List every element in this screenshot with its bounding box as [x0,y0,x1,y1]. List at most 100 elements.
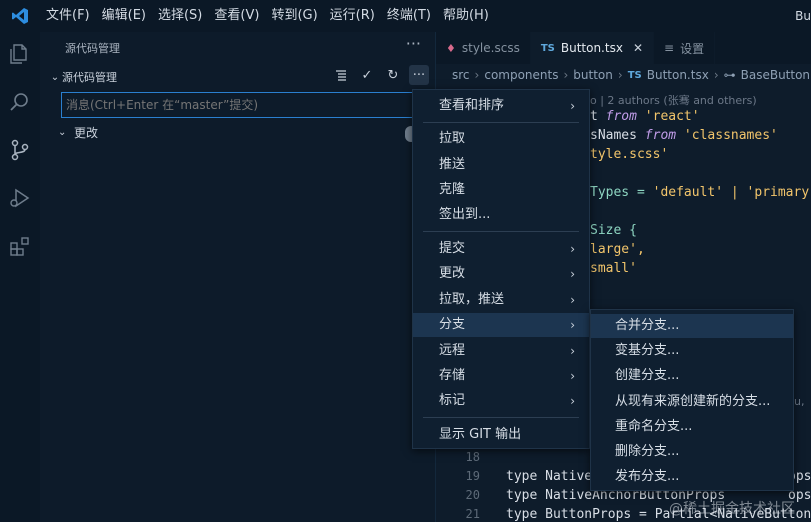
chevron-right-icon: › [570,344,575,358]
line-number: 19 [465,469,480,483]
menu-item-rename-branch[interactable]: 重命名分支... [591,415,793,439]
ts-icon: TS [627,69,642,81]
menu-selection[interactable]: 选择(S) [152,0,208,32]
ts-icon: TS [540,42,555,54]
code-line: t from 'react' [590,109,700,124]
menu-item-pull-push[interactable]: 拉取，推送 › [413,288,589,312]
menu-edit[interactable]: 编辑(E) [96,0,152,32]
menu-item-changes[interactable]: 更改 › [413,262,589,286]
line-number: 21 [465,507,480,521]
refresh-icon[interactable]: ↻ [383,65,403,85]
menu-item-remote[interactable]: 远程 › [413,339,589,363]
chevron-right-icon: › [713,68,719,82]
breadcrumb-item[interactable]: components [484,68,558,82]
title-bar: 文件(F) 编辑(E) 选择(S) 查看(V) 转到(G) 运行(R) 终端(T… [0,0,811,32]
more-actions-icon[interactable]: ··· [406,34,421,53]
code-line: Types = 'default' | 'primary' [590,185,811,200]
breadcrumb-item[interactable]: BaseButtonP [741,68,811,82]
sidebar-header: 源代码管理 [65,42,120,55]
breadcrumb: src › components › button › TS Button.ts… [452,68,811,82]
tab-button-tsx[interactable]: TS Button.tsx ✕ [530,32,654,64]
chevron-right-icon: › [474,68,480,82]
menu-item-checkout[interactable]: 签出到... [413,203,589,227]
close-icon[interactable]: ✕ [633,41,643,55]
menu-item-branch[interactable]: 分支 › [413,313,589,337]
menu-run[interactable]: 运行(R) [324,0,381,32]
menu-terminal[interactable]: 终端(T) [381,0,437,32]
source-control-sidebar: 源代码管理 ··· ⌄ 源代码管理 ✓ ↻ ··· ⌄ 更改 [40,32,436,522]
commit-message-input[interactable] [61,92,429,118]
chevron-right-icon: › [570,267,575,281]
watermark: @稀土掘金技术社区 [669,501,795,517]
source-control-actions: ✓ ↻ ··· [331,65,429,85]
menu-divider [423,417,579,418]
chevron-down-icon: ⌄ [50,71,60,83]
settings-file-icon: ≡ [664,41,675,55]
branch-submenu: 合并分支... 变基分支... 创建分支... 从现有来源创建新的分支... 重… [590,309,794,491]
menu-item-merge-branch[interactable]: 合并分支... [591,314,793,338]
menu-item-tags[interactable]: 标记 › [413,389,589,413]
chevron-right-icon: › [570,99,575,113]
search-icon[interactable] [8,90,32,114]
activity-bar [0,32,40,522]
menu-item-create-branch-from[interactable]: 从现有来源创建新的分支... [591,390,793,414]
menu-go[interactable]: 转到(G) [265,0,323,32]
code-line: sNames from 'classnames' [590,128,778,143]
breadcrumb-item[interactable]: src [452,68,470,82]
tab-style-scss[interactable]: ♦ style.scss [436,32,531,64]
run-debug-icon[interactable] [8,186,32,210]
menu-item-show-git-output[interactable]: 显示 GIT 输出 [413,423,589,447]
more-actions-button[interactable]: ··· [409,65,429,85]
code-line: Size { [590,223,637,238]
vscode-logo-icon [0,0,40,32]
menu-file[interactable]: 文件(F) [40,0,96,32]
tab-label: style.scss [461,41,520,55]
more-actions-menu: 查看和排序 › 拉取 推送 克隆 签出到... 提交 › 更改 › 拉取，推送 › 分支… [412,89,590,449]
breadcrumb-item[interactable]: Button.tsx [647,68,709,82]
menu-item-delete-branch[interactable]: 删除分支... [591,440,793,464]
menu-item-commit[interactable]: 提交 › [413,237,589,261]
extensions-icon[interactable] [8,234,32,258]
code-line: small' [590,261,637,276]
chevron-right-icon: › [570,394,575,408]
code-line: type Native [506,469,593,484]
menu-item-view-sort[interactable]: 查看和排序 › [413,94,589,118]
chevron-right-icon: › [570,369,575,383]
menu-item-stash[interactable]: 存储 › [413,364,589,388]
menu-divider [423,122,579,123]
code-line: large', [590,242,645,257]
chevron-right-icon: › [617,68,623,82]
menu-item-rebase-branch[interactable]: 变基分支... [591,339,793,363]
chevron-right-icon: › [570,293,575,307]
changes-group[interactable]: ⌄ 更改 [58,124,98,141]
chevron-down-icon: ⌄ [58,127,67,138]
menu-view[interactable]: 查看(V) [208,0,265,32]
window-title: Bu [795,9,811,23]
explorer-icon[interactable] [8,42,32,66]
breadcrumb-item[interactable]: button [573,68,613,82]
chevron-right-icon: › [570,318,575,332]
view-as-list-icon[interactable] [331,65,351,85]
source-control-icon[interactable] [8,138,32,162]
menu-item-push[interactable]: 推送 [413,153,589,177]
menu-item-clone[interactable]: 克隆 [413,178,589,202]
tab-settings[interactable]: ≡ 设置 [654,32,716,64]
menu-item-publish-branch[interactable]: 发布分支... [591,465,793,489]
code-line: u, [794,395,805,408]
chevron-right-icon: › [570,242,575,256]
chevron-right-icon: › [563,68,569,82]
menu-help[interactable]: 帮助(H) [437,0,495,32]
commit-check-icon[interactable]: ✓ [357,65,377,85]
menu-item-create-branch[interactable]: 创建分支... [591,364,793,388]
tab-label: Button.tsx [560,41,623,55]
tab-label: 设置 [680,41,705,56]
menu-divider [423,231,579,232]
editor-tabs: ♦ style.scss TS Button.tsx ✕ ≡ 设置 [436,32,811,64]
scss-icon: ♦ [446,41,456,55]
code-line: tyle.scss' [590,147,669,162]
menu-item-pull[interactable]: 拉取 [413,127,589,151]
symbol-icon: ⊶ [723,68,736,82]
line-number: 20 [465,488,480,502]
line-number: 18 [465,450,480,464]
section-title: 源代码管理 [62,71,117,84]
